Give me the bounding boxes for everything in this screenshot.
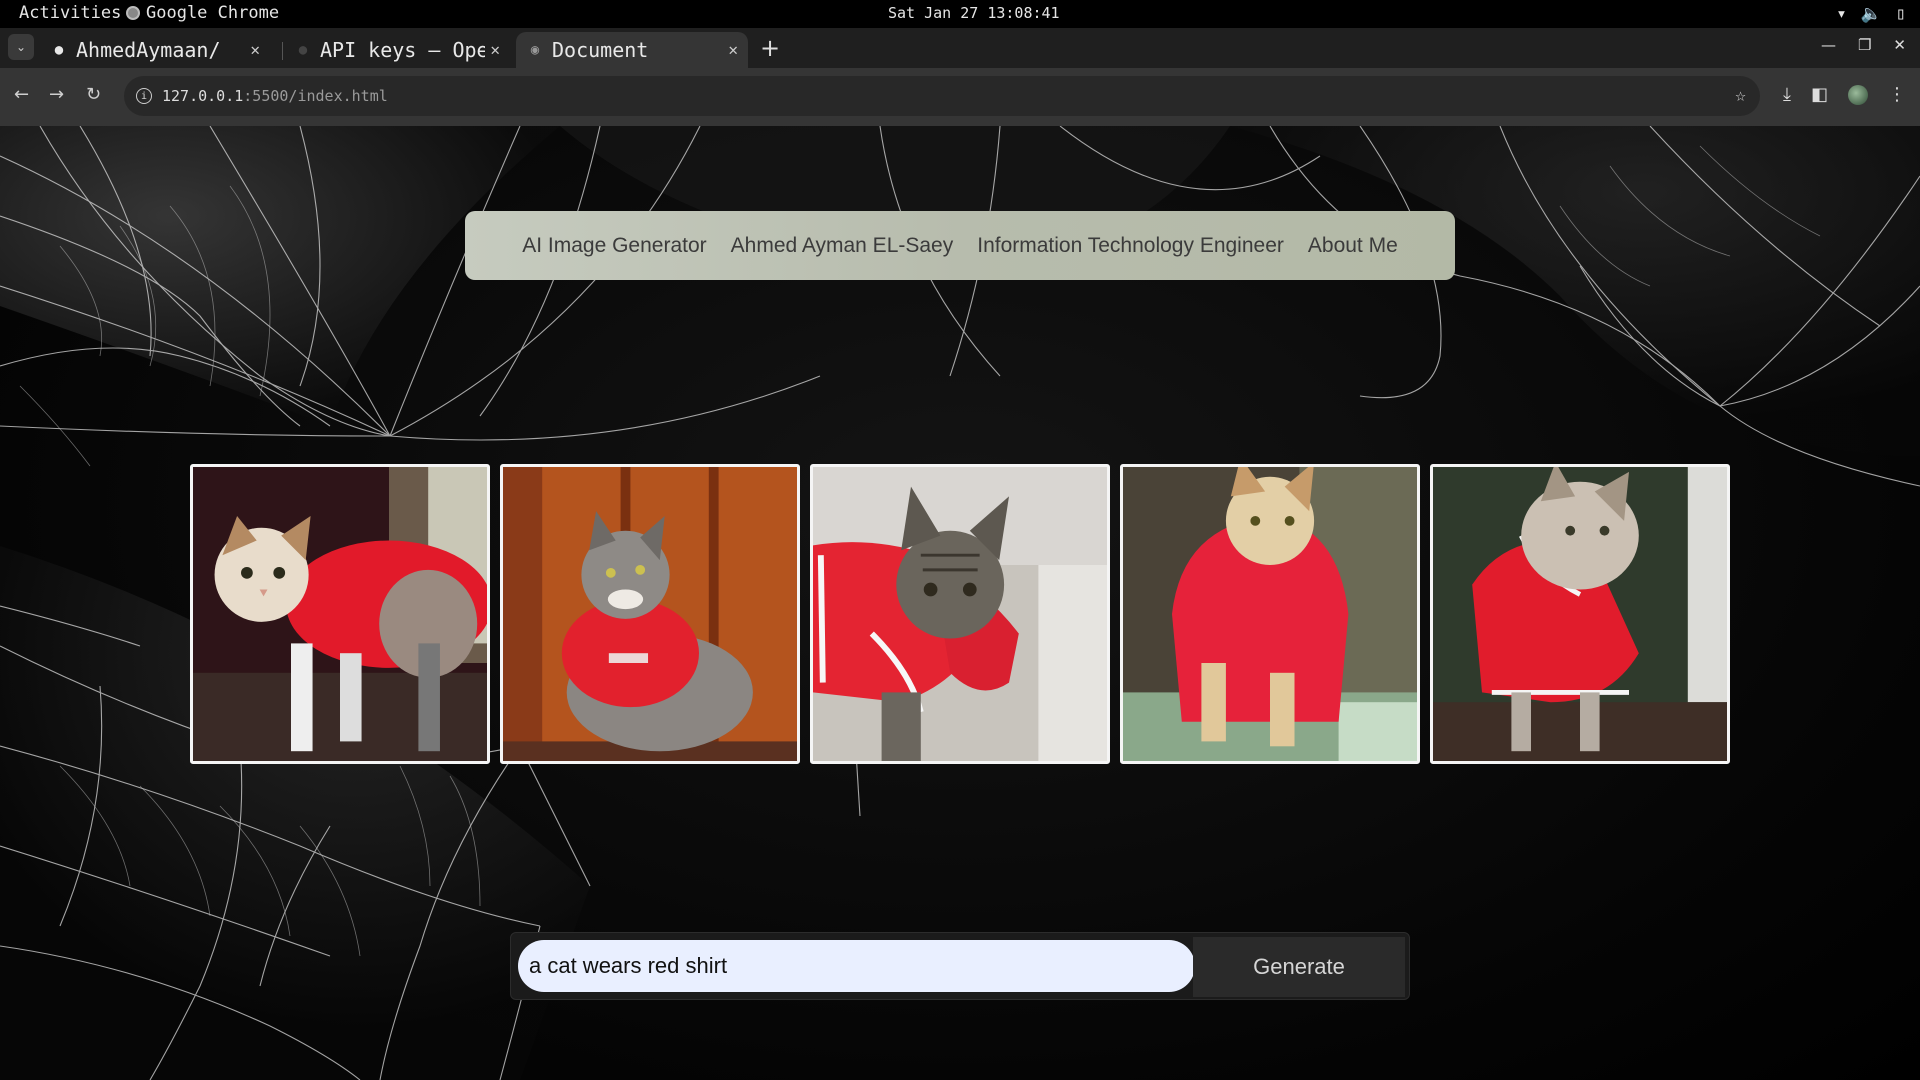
cat-image-icon <box>1123 467 1417 761</box>
system-top-bar: Activities Google Chrome Sat Jan 27 13:0… <box>0 0 1920 28</box>
cat-image-icon <box>813 467 1107 761</box>
app-name-label: Google Chrome <box>146 3 280 23</box>
tab-document[interactable]: ◉ Document ✕ <box>516 32 748 68</box>
generated-image-4[interactable] <box>1120 464 1420 764</box>
volume-icon[interactable]: 🔈 <box>1861 4 1882 24</box>
generated-image-1[interactable] <box>190 464 490 764</box>
bookmark-star-icon[interactable]: ☆ <box>1735 85 1746 106</box>
image-gallery <box>190 464 1730 764</box>
menu-kebab-icon[interactable]: ⋮ <box>1888 84 1906 105</box>
restore-icon[interactable]: ❐ <box>1858 36 1871 54</box>
nav-ai-image-generator[interactable]: AI Image Generator <box>522 234 706 258</box>
toolbar-actions: ⤓ ◧ ⋮ <box>1783 84 1906 105</box>
chrome-icon <box>126 6 140 20</box>
close-tab-icon[interactable]: ✕ <box>250 40 260 59</box>
forward-arrow-icon[interactable]: → <box>49 84 64 105</box>
tab-separator <box>282 42 283 60</box>
download-icon[interactable]: ⤓ <box>1783 84 1791 105</box>
cat-image-icon <box>193 467 487 761</box>
tab-github[interactable]: ● AhmedAymaan/ ✕ <box>40 32 270 68</box>
clock[interactable]: Sat Jan 27 13:08:41 <box>888 4 1060 22</box>
activities-button[interactable]: Activities <box>19 3 121 23</box>
openai-icon: ● <box>298 42 308 58</box>
site-navbar: AI Image Generator Ahmed Ayman EL-Saey I… <box>465 211 1455 280</box>
system-tray[interactable]: ▾ 🔈 ▯ <box>1836 4 1906 24</box>
cat-image-icon <box>503 467 797 761</box>
tab-api-keys[interactable]: ● API keys – Ope ✕ <box>284 32 510 68</box>
github-icon: ● <box>54 42 64 58</box>
url-path: :5500/index.html <box>243 87 388 105</box>
generate-button[interactable]: Generate <box>1193 937 1405 997</box>
tab-title: Document <box>552 38 649 62</box>
prompt-input[interactable] <box>518 940 1195 992</box>
address-bar[interactable]: i 127.0.0.1 :5500/index.html ☆ <box>124 76 1760 116</box>
close-tab-icon[interactable]: ✕ <box>490 40 500 59</box>
page-viewport: AI Image Generator Ahmed Ayman EL-Saey I… <box>0 126 1920 1080</box>
nav-job-title[interactable]: Information Technology Engineer <box>977 234 1284 258</box>
tab-strip: ⌄ ● AhmedAymaan/ ✕ ● API keys – Ope ✕ ◉ … <box>0 28 1920 68</box>
globe-icon: ◉ <box>530 42 540 58</box>
battery-icon[interactable]: ▯ <box>1896 4 1906 24</box>
profile-avatar[interactable] <box>1848 84 1868 105</box>
browser-toolbar: ← → ↻ i 127.0.0.1 :5500/index.html ☆ ⤓ ◧… <box>0 68 1920 126</box>
app-menu[interactable]: Google Chrome <box>126 3 279 23</box>
nav-author-name[interactable]: Ahmed Ayman EL-Saey <box>731 234 954 258</box>
reload-icon[interactable]: ↻ <box>86 84 101 105</box>
tab-title: API keys – Ope <box>320 38 485 62</box>
prompt-form: Generate <box>510 932 1410 1000</box>
site-info-icon[interactable]: i <box>136 88 152 104</box>
tab-title: AhmedAymaan/ <box>76 38 221 62</box>
generated-image-2[interactable] <box>500 464 800 764</box>
tab-search-icon[interactable]: ⌄ <box>8 34 34 60</box>
cat-image-icon <box>1433 467 1727 761</box>
window-controls: — ❐ ✕ <box>1821 36 1906 54</box>
minimize-icon[interactable]: — <box>1821 36 1836 54</box>
close-window-icon[interactable]: ✕ <box>1893 36 1906 54</box>
new-tab-button[interactable]: + <box>760 34 780 62</box>
generated-image-3[interactable] <box>810 464 1110 764</box>
close-tab-icon[interactable]: ✕ <box>728 40 738 59</box>
generated-image-5[interactable] <box>1430 464 1730 764</box>
side-panel-icon[interactable]: ◧ <box>1811 84 1828 105</box>
back-arrow-icon[interactable]: ← <box>14 84 29 105</box>
nav-about-me[interactable]: About Me <box>1308 234 1398 258</box>
url-host: 127.0.0.1 <box>162 87 244 105</box>
wifi-icon[interactable]: ▾ <box>1836 4 1846 24</box>
